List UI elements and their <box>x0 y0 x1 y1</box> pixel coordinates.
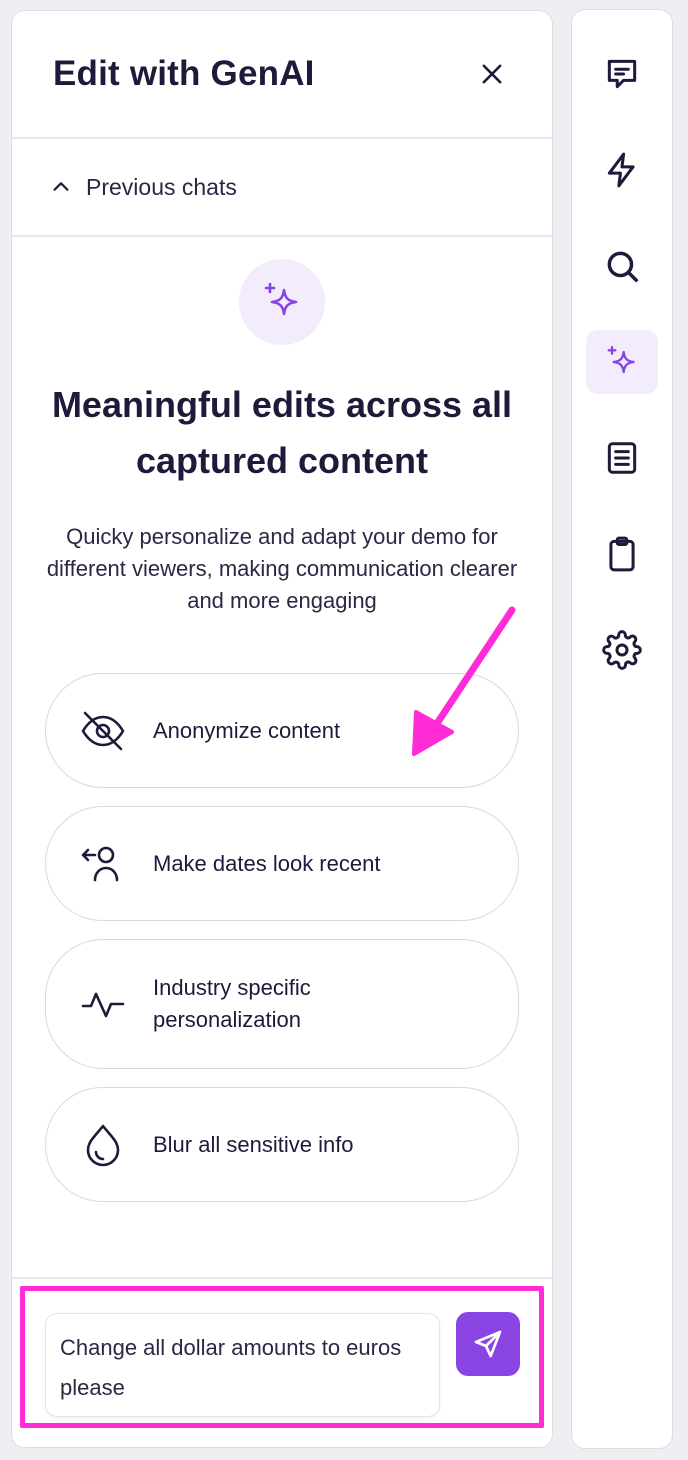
user-arrow-icon <box>79 840 127 888</box>
right-rail <box>571 9 673 1449</box>
rail-document-button[interactable] <box>586 426 658 490</box>
option-label: Industry specific personalization <box>153 975 311 1032</box>
genai-panel: Edit with GenAI Previous chats Meaningfu… <box>11 10 553 1448</box>
rail-search-button[interactable] <box>586 234 658 298</box>
lightning-icon <box>607 152 635 188</box>
clipboard-icon <box>609 536 635 572</box>
rail-clipboard-button[interactable] <box>586 522 658 586</box>
eye-off-icon <box>79 707 127 755</box>
close-icon <box>482 64 502 84</box>
suggestion-list: Anonymize content Make dates look recent… <box>12 673 552 1202</box>
gear-icon <box>602 630 642 670</box>
close-button[interactable] <box>472 54 512 94</box>
option-anonymize-content[interactable]: Anonymize content <box>45 673 519 788</box>
document-icon <box>607 442 637 474</box>
previous-chats-toggle[interactable]: Previous chats <box>12 139 552 237</box>
option-label: Make dates look recent <box>153 850 381 876</box>
option-make-dates-recent[interactable]: Make dates look recent <box>45 806 519 921</box>
rail-comment-button[interactable] <box>586 42 658 106</box>
panel-title: Edit with GenAI <box>53 54 315 93</box>
composer-area: Change all dollar amounts to euros pleas… <box>12 1277 552 1447</box>
option-blur-sensitive-info[interactable]: Blur all sensitive info <box>45 1087 519 1202</box>
prompt-input[interactable]: Change all dollar amounts to euros pleas… <box>45 1313 440 1417</box>
droplet-icon <box>79 1121 127 1169</box>
activity-icon <box>79 980 127 1028</box>
option-industry-personalization[interactable]: Industry specific personalization <box>45 939 519 1069</box>
hero-title: Meaningful edits across all captured con… <box>51 384 513 481</box>
option-label: Blur all sensitive info <box>153 1131 354 1157</box>
hero-description: Quicky personalize and adapt your demo f… <box>46 524 518 613</box>
hero-sparkle-badge <box>239 259 325 345</box>
option-label: Anonymize content <box>153 717 341 743</box>
send-icon <box>474 1330 502 1358</box>
chevron-up-icon <box>53 182 69 191</box>
previous-chats-label: Previous chats <box>86 173 237 200</box>
sparkle-icon <box>607 345 635 374</box>
comment-icon <box>607 59 637 89</box>
search-icon <box>607 251 638 282</box>
send-button[interactable] <box>456 1312 520 1376</box>
rail-settings-button[interactable] <box>586 618 658 682</box>
sparkle-icon <box>264 282 298 316</box>
rail-lightning-button[interactable] <box>586 138 658 202</box>
panel-header: Edit with GenAI <box>12 11 552 139</box>
rail-genai-button[interactable] <box>586 330 658 394</box>
